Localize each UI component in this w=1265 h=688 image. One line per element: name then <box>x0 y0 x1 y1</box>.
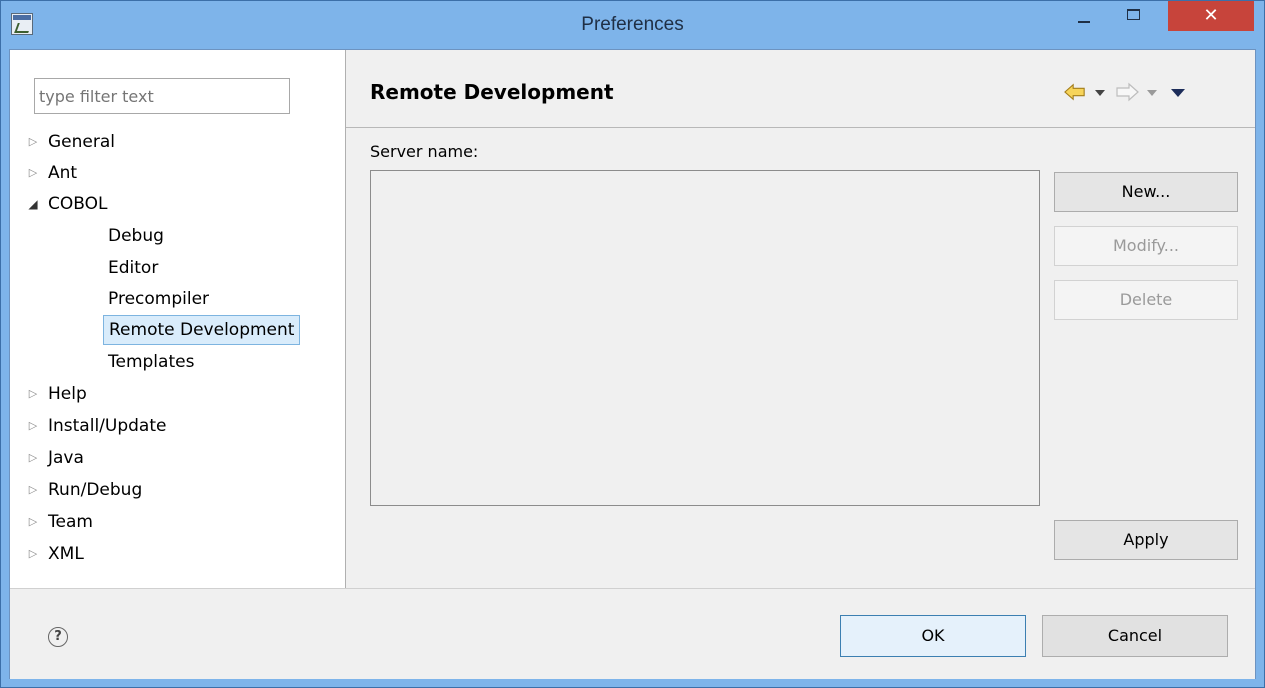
tree-item-label: General <box>48 132 115 152</box>
help-icon[interactable]: ? <box>48 627 68 647</box>
expand-arrow-icon[interactable]: ▷ <box>26 159 40 187</box>
forward-arrow-icon <box>1116 82 1139 102</box>
preference-page: Remote Development Server name: New... M… <box>346 50 1255 588</box>
tree-item-label: Ant <box>48 163 78 183</box>
cancel-button[interactable]: Cancel <box>1042 615 1228 657</box>
tree-item-label: Editor <box>108 258 159 278</box>
filter-input[interactable] <box>34 78 290 114</box>
tree-item-label: Install/Update <box>48 416 167 436</box>
new-server-button[interactable]: New... <box>1054 172 1238 212</box>
server-list[interactable] <box>370 170 1040 506</box>
expand-arrow-icon[interactable]: ▷ <box>26 508 40 536</box>
tree-item-label: Remote Development <box>103 315 301 345</box>
expand-arrow-icon[interactable]: ▷ <box>26 380 40 408</box>
server-name-label: Server name: <box>370 142 479 161</box>
preferences-navigation: ▷ General ▷ Ant ◢ COBOL Debug Editor <box>10 50 346 588</box>
expand-arrow-icon[interactable]: ▷ <box>26 128 40 156</box>
ok-button[interactable]: OK <box>840 615 1026 657</box>
tree-item-label: Debug <box>108 226 164 246</box>
tree-item-label: Team <box>48 512 93 532</box>
expand-arrow-icon[interactable]: ▷ <box>26 476 40 504</box>
forward-history-dropdown-icon <box>1147 90 1157 96</box>
tree-item-label: Run/Debug <box>48 480 143 500</box>
view-menu-icon[interactable] <box>1171 89 1185 97</box>
expand-arrow-icon[interactable]: ▷ <box>26 444 40 472</box>
preferences-window: Preferences ✕ ▷ General ▷ Ant ◢ COBOL <box>0 0 1265 688</box>
page-header: Remote Development <box>346 50 1255 128</box>
modify-server-button[interactable]: Modify... <box>1054 226 1238 266</box>
tree-item-label: COBOL <box>48 194 108 214</box>
close-button[interactable]: ✕ <box>1168 1 1254 31</box>
title-bar[interactable]: Preferences ✕ <box>1 1 1264 49</box>
expand-arrow-icon[interactable]: ▷ <box>26 412 40 440</box>
tree-item-label: Help <box>48 384 87 404</box>
close-icon: ✕ <box>1203 5 1219 26</box>
dialog-client: ▷ General ▷ Ant ◢ COBOL Debug Editor <box>9 49 1256 679</box>
expand-arrow-icon[interactable]: ▷ <box>26 540 40 568</box>
tree-item-label: Java <box>48 448 84 468</box>
maximize-button[interactable] <box>1111 1 1157 31</box>
maximize-icon <box>1127 9 1140 20</box>
minimize-button[interactable] <box>1061 1 1107 31</box>
tree-item-label: XML <box>48 544 84 564</box>
back-history-dropdown-icon[interactable] <box>1095 90 1105 96</box>
collapse-arrow-icon[interactable]: ◢ <box>26 190 40 218</box>
tree-item-label: Precompiler <box>108 289 210 309</box>
tree-item-label: Templates <box>108 352 195 372</box>
page-title: Remote Development <box>370 80 614 104</box>
delete-server-button[interactable]: Delete <box>1054 280 1238 320</box>
apply-button[interactable]: Apply <box>1054 520 1238 560</box>
back-arrow-icon[interactable] <box>1064 82 1086 102</box>
minimize-icon <box>1078 21 1090 23</box>
dialog-button-bar: ? OK Cancel <box>10 588 1255 679</box>
